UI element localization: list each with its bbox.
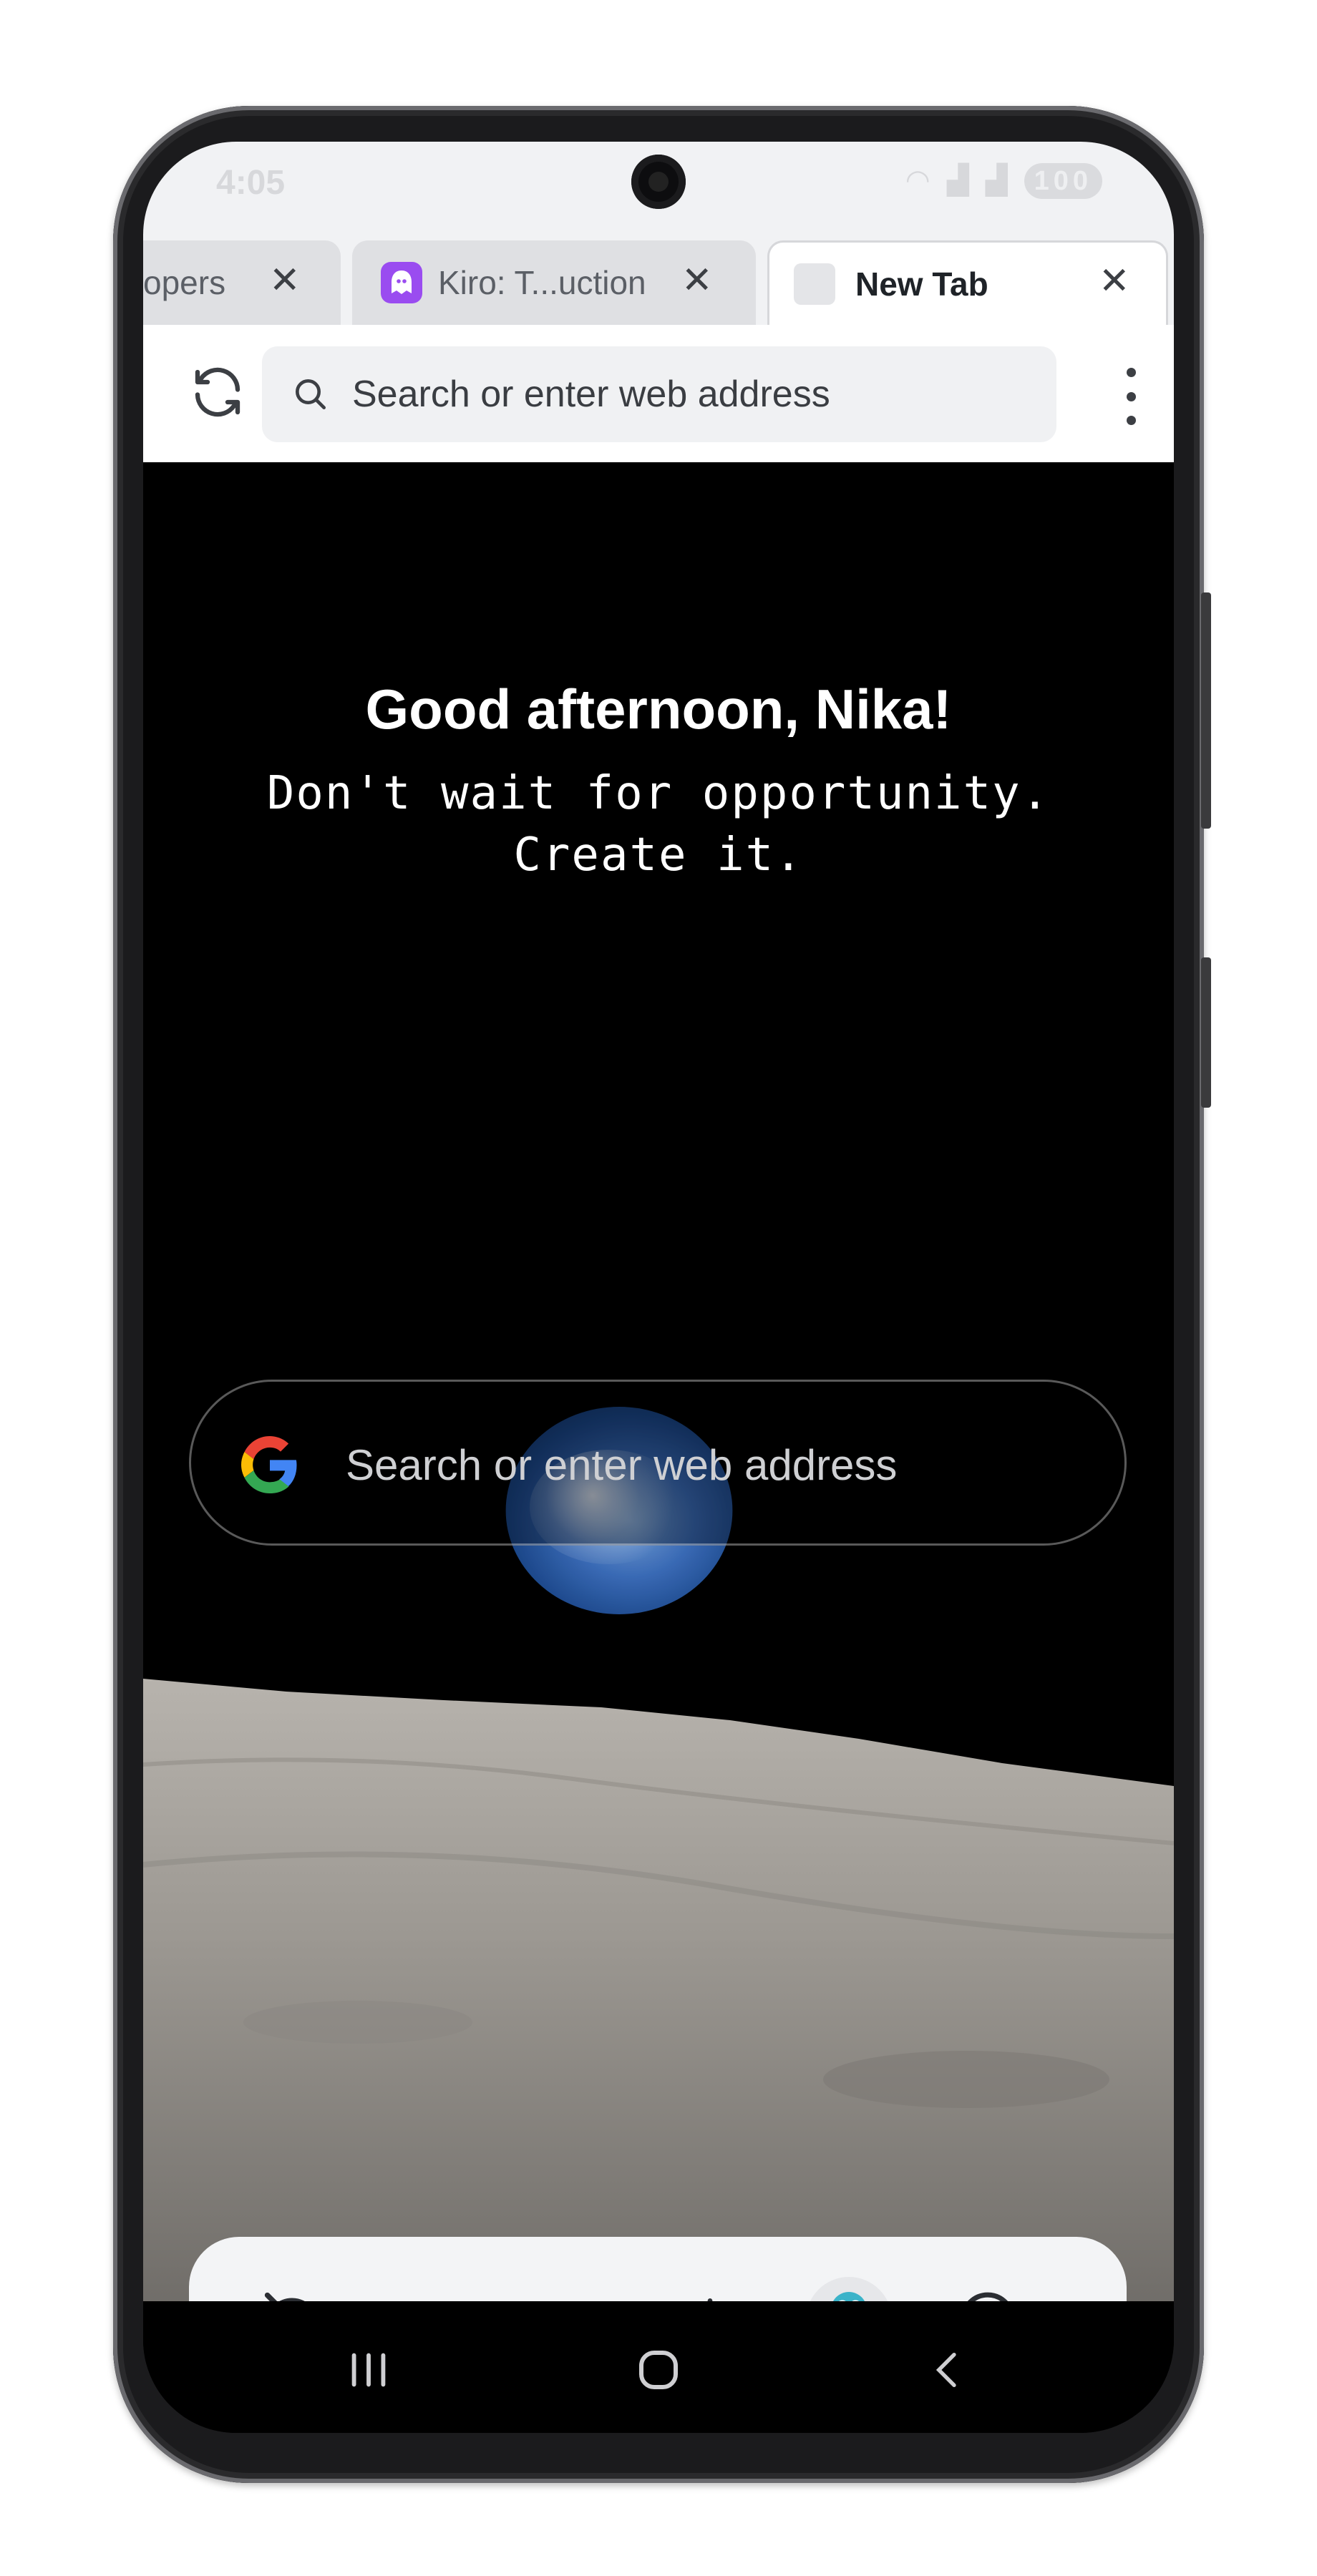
menu-dot <box>1126 368 1136 377</box>
moon-surface-image <box>143 1679 1174 2301</box>
tab-new-tab[interactable]: New Tab ✕ <box>767 240 1168 325</box>
volume-button <box>1201 592 1211 829</box>
google-search-input[interactable] <box>344 1432 1063 1498</box>
menu-dot <box>1126 416 1136 425</box>
quote-line: Don't wait for opportunity. <box>266 767 1051 820</box>
tab-kiro[interactable]: Kiro: T...uction ✕ <box>352 240 756 325</box>
system-back-button[interactable] <box>916 2341 981 2399</box>
reload-button[interactable] <box>182 356 253 428</box>
tab-close-icon[interactable]: ✕ <box>1099 263 1130 300</box>
menu-dot <box>1126 391 1136 401</box>
greeting-heading: Good afternoon, Nika! <box>365 678 952 741</box>
battery-indicator: 100 <box>1024 163 1102 199</box>
motivational-quote: Don't wait for opportunity. Create it. <box>143 763 1174 886</box>
front-camera <box>631 155 686 209</box>
status-bar: 4:05 ◠ ▟ ▟ 100 <box>143 142 1174 228</box>
tab-label: Kiro: T...uction <box>438 264 646 301</box>
tab-label: New Tab <box>855 265 988 303</box>
address-input[interactable] <box>351 372 998 416</box>
recents-button[interactable] <box>336 2341 401 2399</box>
search-icon <box>296 379 326 409</box>
browser-toolbar <box>143 325 1174 462</box>
signal-icon-2: ▟ <box>985 165 1012 196</box>
home-icon <box>639 2351 678 2389</box>
status-icons: ◠ ▟ ▟ 100 <box>905 163 1102 199</box>
blank-favicon-icon <box>794 263 835 305</box>
new-tab-page: Good afternoon, Nika! Don't wait for opp… <box>143 462 1174 2301</box>
quote-line: Create it. <box>513 829 804 882</box>
phone-screen: 4:05 ◠ ▟ ▟ 100 opers ✕ Kiro: T...uction … <box>143 142 1174 2433</box>
system-navigation-bar <box>143 2301 1174 2433</box>
google-search-box[interactable] <box>189 1380 1127 1546</box>
tab-close-icon[interactable]: ✕ <box>269 262 301 299</box>
overflow-menu-button[interactable] <box>1109 368 1152 425</box>
home-button[interactable] <box>626 2341 691 2399</box>
google-icon <box>241 1436 297 1493</box>
kiro-favicon-icon <box>381 262 422 303</box>
tab-developers[interactable]: opers ✕ <box>143 240 341 325</box>
recents-icon <box>351 2353 386 2387</box>
power-button <box>1201 957 1211 1108</box>
reload-icon <box>195 367 240 417</box>
tab-close-icon[interactable]: ✕ <box>681 262 713 299</box>
tab-label: opers <box>143 264 226 301</box>
back-arrow-icon <box>935 2353 956 2387</box>
wifi-icon: ◠ <box>905 165 935 196</box>
signal-icon: ▟ <box>946 165 973 196</box>
status-time: 4:05 <box>216 164 286 202</box>
address-bar[interactable] <box>262 346 1056 442</box>
tab-strip: opers ✕ Kiro: T...uction ✕ New Tab ✕ <box>143 228 1174 325</box>
